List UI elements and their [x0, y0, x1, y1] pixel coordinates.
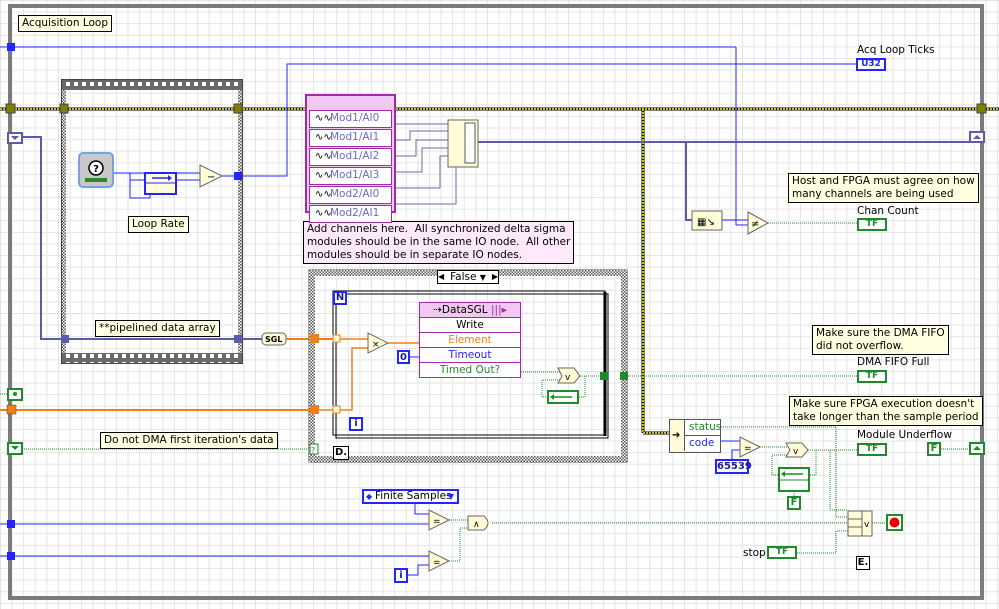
false-constant-underflow[interactable]: F: [927, 442, 941, 456]
pipelined-label: **pipelined data array: [95, 320, 220, 337]
next-case-icon[interactable]: ▶: [492, 271, 498, 283]
io-channel[interactable]: ∿∿ Mod2/AI1: [309, 205, 392, 223]
dropdown-icon[interactable]: ▼: [448, 491, 454, 502]
dma-fifo-write-node[interactable]: ⇢DataSGL |||▸ Write Element Timeout Time…: [419, 302, 521, 378]
fpga-exec-comment: Make sure FPGA execution doesn't take lo…: [789, 396, 983, 426]
case-selector[interactable]: ◀ False ▼ ▶: [437, 270, 499, 284]
chan-count-label: Chan Count: [857, 205, 919, 217]
io-channel[interactable]: ∿∿ Mod1/AI1: [309, 129, 392, 147]
dma-overflow-comment: Make sure the DMA FIFO did not overflow.: [812, 325, 949, 355]
fifo-name: ⇢DataSGL |||▸: [420, 303, 520, 318]
acquisition-loop-label: Acquisition Loop: [18, 15, 113, 32]
waveform-icon: ∿∿: [315, 170, 332, 181]
io-channel[interactable]: ∿∿ Mod1/AI0: [309, 110, 392, 128]
tunnel-blue-top: [7, 43, 15, 51]
svg-text:≠: ≠: [751, 219, 759, 230]
error-tunnel-right: [976, 103, 987, 114]
arrow-icon: ➔: [672, 430, 681, 441]
svg-text:=: =: [433, 517, 441, 527]
io-channel[interactable]: ∿∿ Mod1/AI2: [309, 148, 392, 166]
error-tunnel-left: [5, 103, 16, 114]
waveform-icon: ∿∿: [315, 132, 332, 143]
status-field[interactable]: status: [684, 420, 721, 436]
dropdown-icon[interactable]: ▼: [480, 273, 486, 282]
waveform-icon: ∿∿: [315, 151, 332, 162]
acq-loop-ticks-indicator[interactable]: U32: [856, 58, 886, 71]
unbundle-error-node[interactable]: ➔ status code: [669, 419, 721, 453]
prev-case-icon[interactable]: ◀: [438, 271, 444, 283]
io-channel[interactable]: ∿∿ Mod1/AI3: [309, 167, 392, 185]
chan-count-indicator[interactable]: TF: [857, 218, 887, 231]
do-not-dma-comment: Do not DMA first iteration's data: [100, 432, 278, 449]
fpga-io-node[interactable]: ∿∿ Mod1/AI0 ∿∿ Mod1/AI1 ∿∿ Mod1/AI2 ∿∿ Mod1/…: [305, 94, 396, 223]
waveform-icon: ∿∿: [315, 113, 332, 124]
element-input[interactable]: Element: [420, 333, 520, 348]
error-code-constant[interactable]: 65539: [715, 459, 752, 474]
host-fpga-comment: Host and FPGA must agree on how many cha…: [788, 173, 979, 203]
svg-text:v: v: [565, 373, 571, 383]
add-channels-comment: Add channels here. All synchronized delt…: [303, 221, 575, 264]
loop-count-terminal[interactable]: N: [333, 291, 347, 305]
waveform-icon: ∿∿: [315, 208, 332, 219]
stop-label: stop: [743, 547, 766, 559]
svg-text:?: ?: [93, 164, 99, 175]
enum-icon: ◆: [366, 492, 373, 501]
acq-loop-ticks-label: Acq Loop Ticks: [857, 44, 935, 56]
svg-text:×: ×: [372, 340, 380, 350]
svg-text:?: ?: [311, 446, 315, 455]
stop-control[interactable]: TF: [767, 546, 797, 559]
svg-text:▦↘: ▦↘: [697, 217, 715, 228]
svg-text:v: v: [793, 447, 799, 457]
timeout-constant[interactable]: 0: [397, 350, 410, 364]
module-underflow-indicator[interactable]: TF: [857, 443, 887, 456]
waveform-icon: ∿∿: [315, 189, 332, 200]
svg-text:=: =: [744, 444, 752, 454]
subdiagram-label-d: D.: [333, 446, 349, 460]
timeout-input[interactable]: Timeout: [420, 348, 520, 363]
io-node-header: [307, 96, 394, 110]
svg-text:v: v: [864, 520, 870, 530]
false-constant-feedback[interactable]: F: [787, 496, 801, 510]
dma-fifo-full-label: DMA FIFO Full: [857, 356, 930, 368]
timed-out-output[interactable]: Timed Out?: [420, 363, 520, 377]
io-channel[interactable]: ∿∿ Mod2/AI0: [309, 186, 392, 204]
svg-text:SGL: SGL: [265, 335, 282, 344]
svg-text:=: =: [433, 558, 441, 568]
module-underflow-label: Module Underflow: [857, 429, 952, 441]
iteration-terminal[interactable]: i: [349, 417, 363, 431]
fifo-method: Write: [420, 318, 520, 333]
loop-rate-label: Loop Rate: [128, 216, 189, 233]
acquisition-mode-enum[interactable]: ◆ Finite Samples ▼: [362, 489, 459, 504]
svg-text:∧: ∧: [473, 520, 480, 530]
subdiagram-label-e: E.: [856, 556, 870, 570]
svg-text:−: −: [207, 172, 215, 183]
dma-fifo-full-indicator[interactable]: TF: [857, 370, 887, 383]
channel-wires: [396, 123, 457, 205]
iteration-terminal-outer[interactable]: i: [394, 568, 408, 583]
code-field[interactable]: code: [684, 436, 720, 451]
